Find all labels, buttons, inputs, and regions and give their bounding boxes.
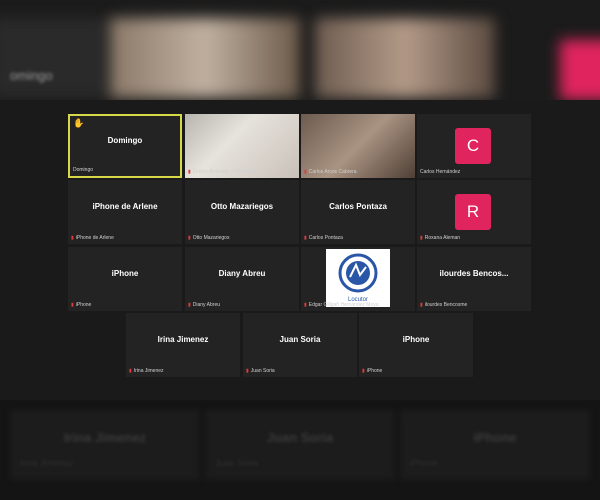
raised-hand-icon: ✋: [73, 118, 85, 128]
participant-label-wrap: ▮ ilourdes Bencosme: [420, 302, 467, 309]
blurred-name: Irina Jimenez: [63, 430, 147, 445]
participant-label-wrap: ▮ Roxana Aleman: [420, 235, 460, 242]
participant-label: Evelyn Alvarado - CNAI UEB: [192, 169, 257, 175]
participant-tile[interactable]: Irina Jimenez ▮ Irina Jimenez: [126, 313, 240, 377]
participant-label: ilourdes Bencosme: [424, 302, 468, 308]
participant-tile[interactable]: Locutor ▮ Edgar Gillgañ Hernández Moya: [301, 247, 415, 311]
participant-tile[interactable]: Diany Abreu ▮ Diany Abreu: [185, 247, 299, 311]
blurred-video: [315, 18, 495, 98]
mic-muted-icon: ▮: [188, 235, 191, 241]
blurred-tile: [10, 410, 200, 480]
blurred-label: Juan Soria: [215, 458, 259, 468]
participant-name: Otto Mazariegos: [210, 202, 274, 211]
participant-label-wrap: ▮ iPhone: [362, 368, 382, 375]
radio-logo: Locutor: [326, 249, 390, 307]
participant-label-wrap: ▮ Edgar Gillgañ Hernández Moya: [304, 302, 379, 309]
participant-tile[interactable]: iPhone ▮ iPhone: [68, 247, 182, 311]
participant-name: Carlos Pontaza: [329, 202, 387, 211]
participant-tile[interactable]: ▮ Evelyn Alvarado - CNAI UEB: [185, 114, 299, 178]
mic-muted-icon: ▮: [420, 302, 423, 308]
participant-label: iPhone: [75, 302, 92, 308]
participant-label: Roxana Aleman: [424, 235, 461, 241]
mic-muted-icon: ▮: [304, 235, 307, 241]
gallery-view: ✋ Domingo Domingo ▮ Evelyn Alvarado - CNA…: [0, 100, 600, 400]
blurred-background-top: omingo: [0, 0, 600, 100]
participant-label-wrap: ▮ iPhone de Arlene: [71, 235, 114, 242]
blurred-label: iPhone: [410, 458, 439, 468]
participant-tile[interactable]: R ▮ Roxana Aleman: [417, 180, 531, 244]
participant-label-wrap: ▮ Carlos Pontaza: [304, 235, 343, 242]
participant-tile[interactable]: Juan Soria ▮ Juan Soria: [243, 313, 357, 377]
participant-name: iPhone de Arlene: [92, 202, 158, 211]
participant-name: Irina Jimenez: [157, 335, 209, 344]
blurred-tile: [400, 410, 590, 480]
blurred-name: iPhone: [473, 430, 517, 445]
participant-tile[interactable]: ilourdes Bencos... ▮ ilourdes Bencosme: [417, 247, 531, 311]
mic-muted-icon: ▮: [188, 169, 191, 175]
participant-label-wrap: ▮ iPhone: [71, 302, 91, 309]
participant-label: iPhone de Arlene: [75, 235, 114, 241]
participant-tile[interactable]: Otto Mazariegos ▮ Otto Mazariegos: [185, 180, 299, 244]
mic-muted-icon: ▮: [304, 302, 307, 308]
avatar: R: [455, 194, 491, 230]
participant-label-wrap: ▮ Carlos Arcos Cabrera: [304, 169, 357, 176]
participant-label: Domingo: [73, 167, 94, 173]
blurred-tile: [0, 18, 110, 98]
mic-muted-icon: ▮: [304, 169, 307, 175]
mic-muted-icon: ▮: [246, 368, 249, 374]
participant-tile[interactable]: ✋ Domingo Domingo: [68, 114, 182, 178]
mic-muted-icon: ▮: [362, 368, 365, 374]
radio-logo-icon: Locutor: [338, 253, 378, 303]
avatar: C: [455, 128, 491, 164]
participant-label-wrap: ▮ Evelyn Alvarado - CNAI UEB: [188, 169, 257, 176]
blurred-tile: [205, 410, 395, 480]
participant-label-wrap: ▮ Irina Jimenez: [129, 368, 164, 375]
participant-label: iPhone: [366, 368, 383, 374]
participant-name: ilourdes Bencos...: [439, 269, 509, 278]
blurred-video: [110, 18, 300, 98]
participant-tile[interactable]: C Carlos Hernández: [417, 114, 531, 178]
participant-name: iPhone: [402, 335, 430, 344]
mic-muted-icon: ▮: [420, 235, 423, 241]
mic-muted-icon: ▮: [129, 368, 132, 374]
participant-name: Domingo: [107, 136, 143, 145]
participant-tile[interactable]: Carlos Pontaza ▮ Carlos Pontaza: [301, 180, 415, 244]
mic-muted-icon: ▮: [71, 235, 74, 241]
mic-muted-icon: ▮: [71, 302, 74, 308]
participant-label: Otto Mazariegos: [192, 235, 230, 241]
participant-label: Carlos Arcos Cabrera: [308, 169, 357, 175]
participant-name: Juan Soria: [279, 335, 321, 344]
blurred-label: omingo: [10, 68, 53, 83]
participant-label: Irina Jimenez: [133, 368, 164, 374]
blurred-name: Juan Soria: [266, 430, 334, 445]
participant-label: Juan Soria: [250, 368, 275, 374]
participant-label-wrap: ▮ Juan Soria: [246, 368, 275, 375]
participant-label: Diany Abreu: [192, 302, 221, 308]
participant-label: Edgar Gillgañ Hernández Moya: [308, 302, 379, 308]
participant-tile[interactable]: ▮ Carlos Arcos Cabrera: [301, 114, 415, 178]
participant-label-wrap: ▮ Diany Abreu: [188, 302, 220, 309]
mic-muted-icon: ▮: [188, 302, 191, 308]
blurred-avatar: [560, 40, 600, 100]
blurred-label: Irina Jimenez: [20, 458, 74, 468]
participant-tile[interactable]: iPhone ▮ iPhone: [359, 313, 473, 377]
participant-tile[interactable]: iPhone de Arlene ▮ iPhone de Arlene: [68, 180, 182, 244]
blurred-background-bottom: Irina Jimenez Irina Jimenez Juan Soria J…: [0, 400, 600, 500]
participant-label: Carlos Hernández: [420, 169, 461, 175]
participant-label: Carlos Pontaza: [308, 235, 343, 241]
participant-name: iPhone: [111, 269, 139, 278]
participant-label-wrap: ▮ Otto Mazariegos: [188, 235, 229, 242]
participant-name: Diany Abreu: [218, 269, 266, 278]
